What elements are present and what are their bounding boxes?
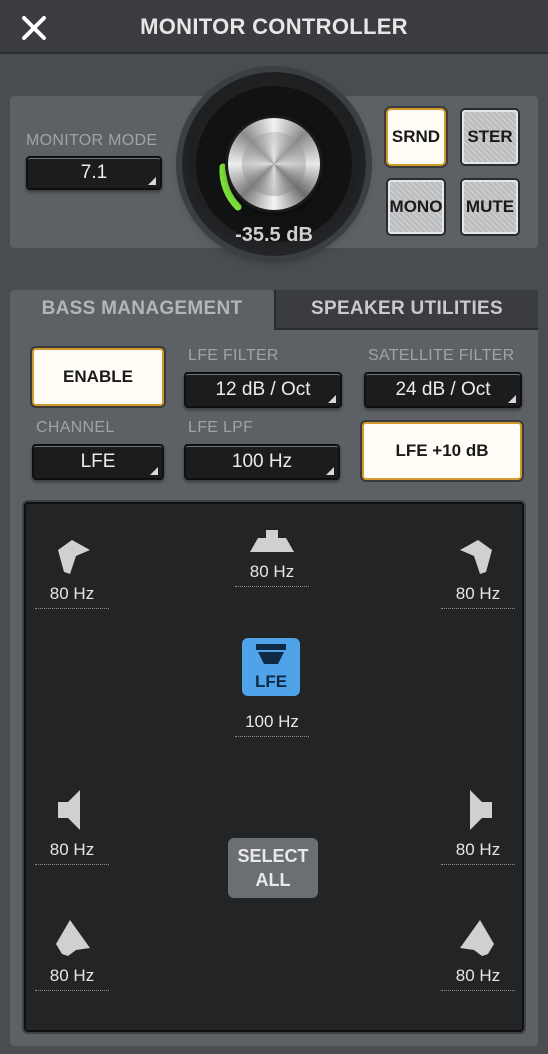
dropdown-corner-icon [508,395,516,403]
speaker-rear-left[interactable]: 80 Hz [32,914,112,991]
mono-button[interactable]: MONO [386,178,446,236]
dropdown-corner-icon [148,177,156,185]
speaker-center[interactable]: 80 Hz [232,526,312,587]
lfe-filter-dropdown[interactable]: 12 dB / Oct [184,372,342,408]
window-title: MONITOR CONTROLLER [140,14,408,39]
speaker-layout-grid: 80 Hz 80 Hz 80 Hz LFE 100 Hz 80 Hz 80 Hz… [24,502,524,1032]
speaker-front-right-freq: 80 Hz [441,584,515,609]
speaker-front-left-freq: 80 Hz [35,584,109,609]
satellite-filter-value: 24 dB / Oct [395,379,491,400]
lfe-lpf-label: LFE LPF [188,419,254,436]
mute-button[interactable]: MUTE [460,178,520,236]
tab-bass-management[interactable]: BASS MANAGEMENT [10,290,274,330]
speaker-lfe[interactable]: 100 Hz [232,696,312,737]
speaker-rear-right-icon [460,920,494,956]
speaker-front-right[interactable]: 80 Hz [438,534,518,609]
volume-value: -35.5 dB [235,224,313,246]
speaker-front-left-icon [58,540,90,574]
satellite-filter-dropdown[interactable]: 24 dB / Oct [364,372,522,408]
dropdown-corner-icon [150,467,158,475]
title-bar: MONITOR CONTROLLER [0,0,548,54]
channel-label: CHANNEL [36,419,115,436]
tab-speaker-utilities[interactable]: SPEAKER UTILITIES [274,290,538,330]
select-all-button[interactable]: SELECT ALL [228,838,318,898]
speaker-rear-left-icon [56,920,90,956]
dropdown-corner-icon [326,467,334,475]
speaker-front-left[interactable]: 80 Hz [32,534,112,609]
enable-button[interactable]: ENABLE [32,348,164,406]
dropdown-corner-icon [328,395,336,403]
bass-management-panel: ENABLE LFE FILTER 12 dB / Oct SATELLITE … [10,330,538,1046]
speaker-rear-right-freq: 80 Hz [441,966,515,991]
tab-bar: BASS MANAGEMENT SPEAKER UTILITIES [10,290,538,330]
lfe-speaker-glyph [256,644,286,664]
monitor-mode-value: 7.1 [80,162,108,183]
lfe-speaker-icon[interactable]: LFE [242,638,300,696]
speaker-side-left-icon [58,790,80,830]
speaker-center-icon [250,530,294,552]
lfe-speaker-label: LFE [254,672,288,691]
volume-knob[interactable] [228,118,320,210]
lfe-filter-label: LFE FILTER [188,347,279,364]
lfe-lpf-dropdown[interactable]: 100 Hz [184,444,340,480]
speaker-side-right-icon [470,790,492,830]
monitor-mode-dropdown[interactable]: 7.1 [26,156,162,190]
speaker-rear-left-freq: 80 Hz [35,966,109,991]
speaker-side-left-freq: 80 Hz [35,840,109,865]
speaker-rear-right[interactable]: 80 Hz [438,914,518,991]
speaker-side-left[interactable]: 80 Hz [32,786,112,865]
monitor-mode-label: MONITOR MODE [26,132,158,149]
lfe-filter-value: 12 dB / Oct [215,379,311,400]
satellite-filter-label: SATELLITE FILTER [368,347,515,364]
speaker-side-right-freq: 80 Hz [441,840,515,865]
channel-value: LFE [80,451,116,472]
speaker-front-right-icon [460,540,492,574]
lfe-lpf-value: 100 Hz [231,451,293,472]
speaker-side-right[interactable]: 80 Hz [438,786,518,865]
speaker-lfe-freq: 100 Hz [235,712,309,737]
speaker-center-freq: 80 Hz [235,562,309,587]
lfe-boost-button[interactable]: LFE +10 dB [362,422,522,480]
channel-dropdown[interactable]: LFE [32,444,164,480]
srnd-button[interactable]: SRND [386,108,446,166]
volume-knob-well: -35.5 dB [182,72,366,256]
ster-button[interactable]: STER [460,108,520,166]
